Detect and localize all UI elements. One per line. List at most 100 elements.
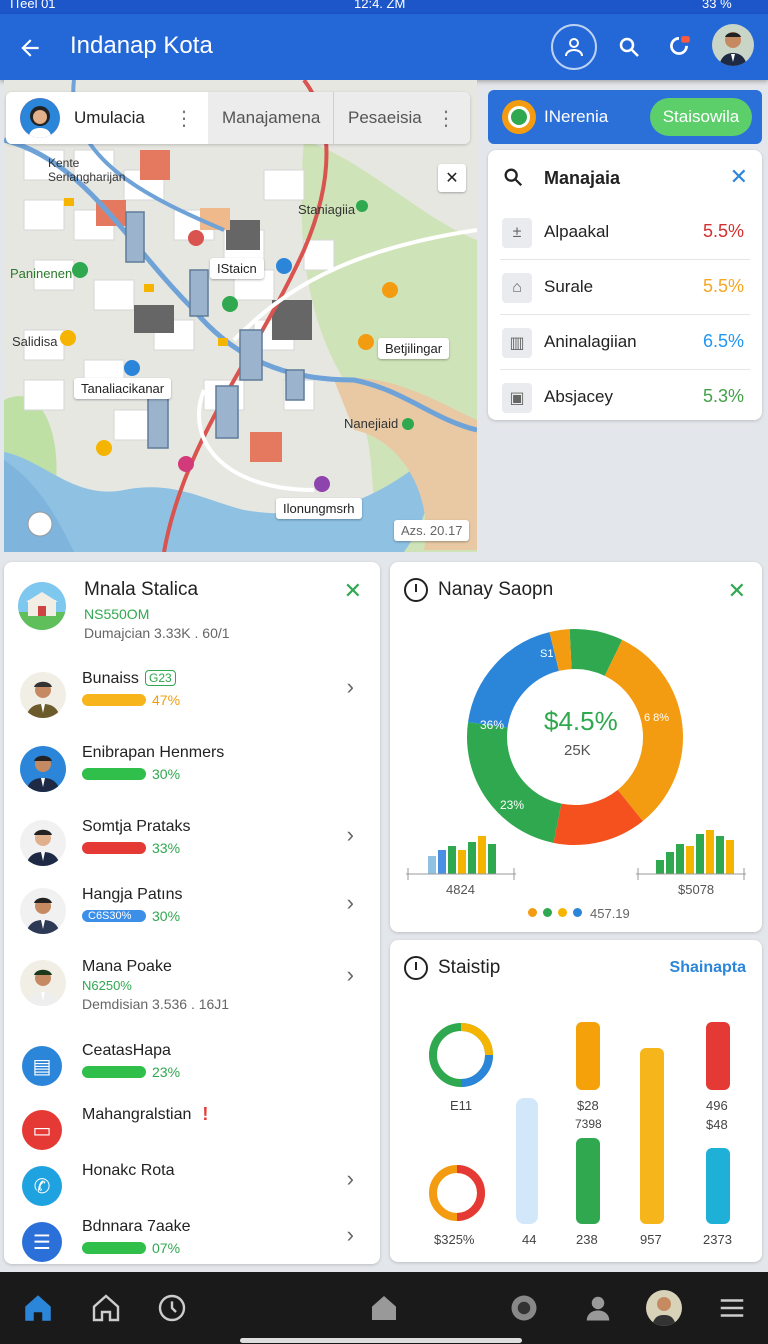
nav-avatar[interactable] [646, 1290, 682, 1326]
staisowila-button[interactable]: Staisowila [650, 98, 752, 136]
tab-avatar [20, 98, 60, 138]
plus-minus-icon: ± [502, 218, 532, 248]
list-item-progress: C6S30% [82, 910, 146, 922]
close-icon[interactable]: ✕ [728, 578, 746, 604]
shainapta-link[interactable]: Shainapta [670, 959, 746, 977]
manajaia-title: Manajaia [544, 168, 621, 188]
manajaia-row[interactable]: ▣ Absjacey 5.3% [500, 371, 750, 425]
donut-label-23: 23% [500, 798, 525, 812]
search-icon[interactable] [502, 166, 524, 193]
chevron-right-icon[interactable]: › [347, 822, 354, 848]
list-title: Mnala Stalica [84, 579, 199, 600]
manajaia-row-value: 5.5% [702, 276, 744, 296]
map-label-panineren: Paninenen [10, 266, 73, 281]
list-item[interactable]: ☰ Bdnnara 7aake 07% › [18, 1212, 378, 1272]
list-item-name: Mana Poake [82, 958, 172, 975]
list-item-value: 33% [152, 840, 181, 856]
list-item[interactable]: Somtja Prataks 33% › [18, 812, 378, 872]
bar4-top-label: 496 [706, 1098, 728, 1113]
manajaia-row[interactable]: ⌂ Surale 5.5% [500, 261, 750, 315]
house-icon[interactable] [86, 1288, 126, 1328]
close-icon[interactable]: ✕ [344, 578, 362, 604]
box-icon: ▣ [502, 383, 532, 413]
clock-icon [404, 578, 428, 602]
person-icon[interactable] [578, 1288, 618, 1328]
manajaia-card: Manajaia ✕ ± Alpaakal 5.5% ⌂ Surale 5.5% ▥ Anin… [488, 150, 762, 425]
list-item-progress [82, 1066, 146, 1078]
stat-bar-2-top [576, 1022, 600, 1090]
tab-label-umulacia: Umulacia [74, 108, 145, 127]
bar1-label: 44 [522, 1232, 537, 1247]
chevron-right-icon[interactable]: › [347, 674, 354, 700]
avatar [20, 888, 66, 934]
manajaia-row[interactable]: ▥ Aninalagiian 6.5% [500, 316, 750, 370]
search-icon[interactable] [612, 30, 646, 64]
footer-value: 457.19 [590, 906, 630, 921]
manajaia-row-label: Alpaakal [544, 222, 610, 241]
tab-more-icon[interactable]: ⋮ [436, 106, 456, 131]
mini-bar-chart-right [636, 830, 746, 880]
back-arrow-icon[interactable] [12, 30, 48, 66]
list-item[interactable]: Hangja Patıns C6S30% 30% › [18, 880, 378, 940]
list-item[interactable]: Mana Poake N6250% Demdisian 3.536 . 16J1 › [18, 952, 378, 1012]
list-subtitle-code: NS550OM [84, 606, 150, 622]
bar2-mid-label: 7398 [575, 1117, 602, 1131]
tab-umulacia[interactable]: Umulacia ⋮ [6, 92, 208, 144]
bar3-label: 957 [640, 1232, 662, 1247]
notification-icon[interactable] [662, 30, 696, 64]
list-item[interactable]: ▭ Mahangralstian! [18, 1100, 378, 1160]
list-item-name: Bunaiss [82, 670, 139, 687]
legend-dots [528, 908, 582, 917]
avatar [20, 672, 66, 718]
tab-manajamena[interactable]: Manajamena [208, 92, 334, 144]
list-item-name: Hangja Patıns [82, 886, 183, 903]
bar2-top-label: $28 [577, 1098, 599, 1113]
list-item-badge: G23 [145, 670, 176, 686]
status-bar: ITeel 01 12:4. ZM 33 % [0, 0, 768, 14]
tab-pesaeisia[interactable]: Pesaeisia ⋮ [334, 92, 470, 144]
emblem-icon[interactable] [504, 1288, 544, 1328]
chevron-right-icon[interactable]: › [347, 1166, 354, 1192]
list-item[interactable]: ✆ Honakc Rota › [18, 1156, 378, 1216]
list-item[interactable]: Enibrapan Henmers 30% [18, 738, 378, 798]
map-label-ilonung[interactable]: Ilonungmsrh [276, 498, 362, 519]
chevron-right-icon[interactable]: › [347, 1222, 354, 1248]
tab-label-pesaeisia: Pesaeisia [348, 108, 422, 127]
profile-icon[interactable] [551, 24, 597, 70]
donut-label-36: 36% [480, 718, 505, 732]
list-item-name: CeatasHapa [82, 1042, 171, 1059]
history-icon[interactable] [152, 1288, 192, 1328]
ring1-label: E11 [450, 1098, 473, 1113]
home-icon[interactable] [18, 1288, 58, 1328]
stat-bar-4-bottom [706, 1148, 730, 1224]
manajaia-row[interactable]: ± Alpaakal 5.5% [500, 206, 750, 260]
user-avatar[interactable] [712, 24, 754, 66]
list-item[interactable]: Bunaiss G23 47% › [18, 664, 378, 724]
map-label-betjilingar[interactable]: Betjilingar [378, 338, 450, 359]
tab-more-icon[interactable]: ⋮ [174, 106, 194, 131]
list-item-name: Bdnnara 7aake [82, 1218, 191, 1235]
list-item-value: 47% [152, 692, 181, 708]
city-map[interactable]: Kente Seriangharijan Staniagiia Paninene… [4, 80, 477, 552]
menu-icon[interactable] [712, 1288, 752, 1328]
map-label-tamaic[interactable]: Tanaliacikanar [74, 378, 172, 399]
stats-title: Staistip [438, 957, 501, 978]
map-close-icon[interactable]: ✕ [438, 164, 466, 192]
donut-slice-1 [604, 639, 683, 822]
building-icon[interactable] [364, 1288, 404, 1328]
donut-slice-2 [553, 789, 643, 845]
list-item-value: 30% [152, 766, 181, 782]
list-item-code: N6250% [82, 978, 132, 993]
chevron-right-icon[interactable]: › [347, 890, 354, 916]
donut-center-value: $4.5% [544, 706, 618, 736]
chevron-right-icon[interactable]: › [347, 962, 354, 988]
phone-icon: ✆ [22, 1166, 62, 1206]
map-label-nanejiaid: Nanejiaid [344, 416, 399, 431]
list-item[interactable]: ▤ CeatasHapa 23% [18, 1036, 378, 1096]
page-title: Indanap Kota [70, 32, 213, 59]
map-label-istaicn[interactable]: IStaicn [210, 258, 264, 279]
close-icon[interactable]: ✕ [730, 164, 748, 190]
manajaia-row-value: 6.5% [702, 331, 744, 351]
donut-label-s1: S1 [540, 648, 554, 660]
home-icon: ⌂ [502, 273, 532, 303]
